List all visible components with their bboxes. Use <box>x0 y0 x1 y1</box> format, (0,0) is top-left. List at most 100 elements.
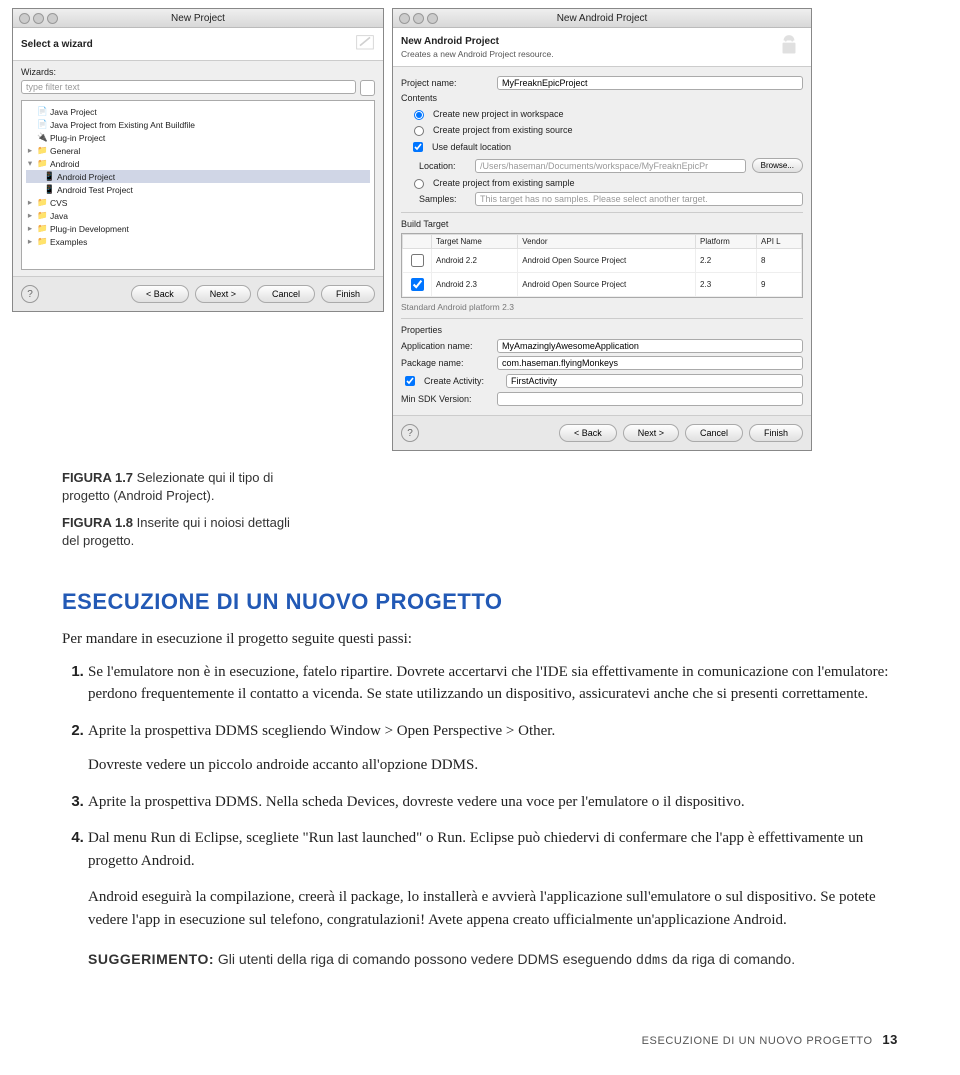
wizard-icon <box>355 34 375 54</box>
back-button[interactable]: < Back <box>131 285 189 303</box>
screenshot-row: New Project Select a wizard Wizards: 📄Ja… <box>0 0 960 455</box>
wizard-tree[interactable]: 📄Java Project 📄Java Project from Existin… <box>21 100 375 270</box>
create-activity-check[interactable] <box>405 376 415 386</box>
table-cell: Android 2.3 <box>432 273 518 297</box>
table-cell: Android 2.2 <box>432 249 518 273</box>
tree-group[interactable]: CVS <box>50 198 67 208</box>
th-vendor: Vendor <box>518 235 696 249</box>
titlebar: New Android Project <box>393 9 811 28</box>
close-icon[interactable] <box>19 13 30 24</box>
option-text: Create new project in workspace <box>433 109 564 119</box>
wizards-label: Wizards: <box>21 67 375 77</box>
build-target-label: Build Target <box>401 219 803 229</box>
new-project-dialog: New Project Select a wizard Wizards: 📄Ja… <box>12 8 384 312</box>
finish-button[interactable]: Finish <box>749 424 803 442</box>
cancel-button[interactable]: Cancel <box>685 424 743 442</box>
samples-label: Samples: <box>419 194 469 204</box>
step-3: Aprite la prospettiva DDMS. Nella scheda… <box>88 791 898 814</box>
finish-button[interactable]: Finish <box>321 285 375 303</box>
header-title: New Android Project <box>401 36 499 47</box>
th-name: Target Name <box>432 235 518 249</box>
option-text: Create project from existing source <box>433 125 573 135</box>
closing-paragraph: Android eseguirà la compilazione, creerà… <box>88 886 898 931</box>
minimize-icon[interactable] <box>413 13 424 24</box>
step-2-note: Dovreste vedere un piccolo androide acca… <box>88 754 898 777</box>
tree-group[interactable]: Java <box>50 211 68 221</box>
next-button[interactable]: Next > <box>195 285 251 303</box>
package-input[interactable] <box>497 356 803 370</box>
close-icon[interactable] <box>399 13 410 24</box>
button-row: ? < Back Next > Cancel Finish <box>393 415 811 450</box>
location-label: Location: <box>419 161 469 171</box>
titlebar: New Project <box>13 9 383 28</box>
tree-item[interactable]: Java Project from Existing Ant Buildfile <box>50 120 195 130</box>
table-cell: 8 <box>757 249 802 273</box>
standard-platform-text: Standard Android platform 2.3 <box>401 302 803 312</box>
zoom-icon[interactable] <box>47 13 58 24</box>
table-cell: 2.2 <box>696 249 757 273</box>
tree-item[interactable]: Android Test Project <box>57 185 133 195</box>
app-name-input[interactable] <box>497 339 803 353</box>
tree-group[interactable]: General <box>50 146 80 156</box>
next-button[interactable]: Next > <box>623 424 679 442</box>
page-number: 13 <box>882 1032 898 1047</box>
section-heading: ESECUZIONE DI UN NUOVO PROGETTO <box>62 585 898 618</box>
radio-new-workspace[interactable] <box>414 110 424 120</box>
step-4: Dal menu Run di Eclipse, scegliete "Run … <box>88 827 898 872</box>
radio-existing-source[interactable] <box>414 126 424 136</box>
steps-list: Se l'emulatore non è in esecuzione, fate… <box>62 661 898 873</box>
th-platform: Platform <box>696 235 757 249</box>
location-input[interactable] <box>475 159 746 173</box>
browse-button[interactable]: Browse... <box>752 158 803 173</box>
zoom-icon[interactable] <box>427 13 438 24</box>
table-cell: 2.3 <box>696 273 757 297</box>
step-2: Aprite la prospettiva DDMS scegliendo Wi… <box>88 720 898 777</box>
radio-existing-sample[interactable] <box>414 179 424 189</box>
app-name-label: Application name: <box>401 341 491 351</box>
target-check[interactable] <box>411 278 424 291</box>
header-subtitle: Creates a new Android Project resource. <box>401 49 554 59</box>
properties-label: Properties <box>401 325 803 335</box>
figure-1-7-label: FIGURA 1.7 <box>62 470 133 485</box>
dialog-header: New Android Project Creates a new Androi… <box>393 28 811 67</box>
tip-label: SUGGERIMENTO: <box>88 951 214 967</box>
tree-item-selected[interactable]: Android Project <box>57 172 115 182</box>
help-icon[interactable]: ? <box>401 424 419 442</box>
targets-table[interactable]: Target Name Vendor Platform API L Androi… <box>401 233 803 298</box>
tree-group[interactable]: Examples <box>50 237 87 247</box>
tree-item[interactable]: Java Project <box>50 107 97 117</box>
project-name-input[interactable] <box>497 76 803 90</box>
tree-group[interactable]: Plug-in Development <box>50 224 129 234</box>
target-check[interactable] <box>411 254 424 267</box>
tip-command: ddms <box>636 954 668 969</box>
body-text: ESECUZIONE DI UN NUOVO PROGETTO Per mand… <box>0 559 960 1002</box>
project-name-label: Project name: <box>401 78 491 88</box>
check-default-location[interactable] <box>413 142 423 152</box>
header-title: Select a wizard <box>21 39 93 50</box>
button-row: ? < Back Next > Cancel Finish <box>13 276 383 311</box>
th-api: API L <box>757 235 802 249</box>
window-title: New Project <box>171 13 225 24</box>
tree-group[interactable]: Android <box>50 159 79 169</box>
table-cell: Android Open Source Project <box>518 249 696 273</box>
window-title: New Android Project <box>557 13 648 24</box>
activity-input[interactable] <box>506 374 803 388</box>
cancel-button[interactable]: Cancel <box>257 285 315 303</box>
step-1: Se l'emulatore non è in esecuzione, fate… <box>88 661 898 706</box>
min-sdk-label: Min SDK Version: <box>401 394 491 404</box>
create-activity-label: Create Activity: <box>424 376 500 386</box>
footer-text: ESECUZIONE DI UN NUOVO PROGETTO <box>642 1035 873 1047</box>
dialog-header: Select a wizard <box>13 28 383 61</box>
help-icon[interactable]: ? <box>21 285 39 303</box>
filter-input[interactable] <box>21 80 356 94</box>
samples-select[interactable]: This target has no samples. Please selec… <box>475 192 803 206</box>
tree-item[interactable]: Plug-in Project <box>50 133 105 143</box>
back-button[interactable]: < Back <box>559 424 617 442</box>
table-cell: 9 <box>757 273 802 297</box>
android-icon <box>775 34 803 60</box>
min-sdk-input[interactable] <box>497 392 803 406</box>
minimize-icon[interactable] <box>33 13 44 24</box>
package-label: Package name: <box>401 358 491 368</box>
page-footer: ESECUZIONE DI UN NUOVO PROGETTO 13 <box>0 1002 960 1061</box>
clear-icon[interactable] <box>360 80 375 96</box>
